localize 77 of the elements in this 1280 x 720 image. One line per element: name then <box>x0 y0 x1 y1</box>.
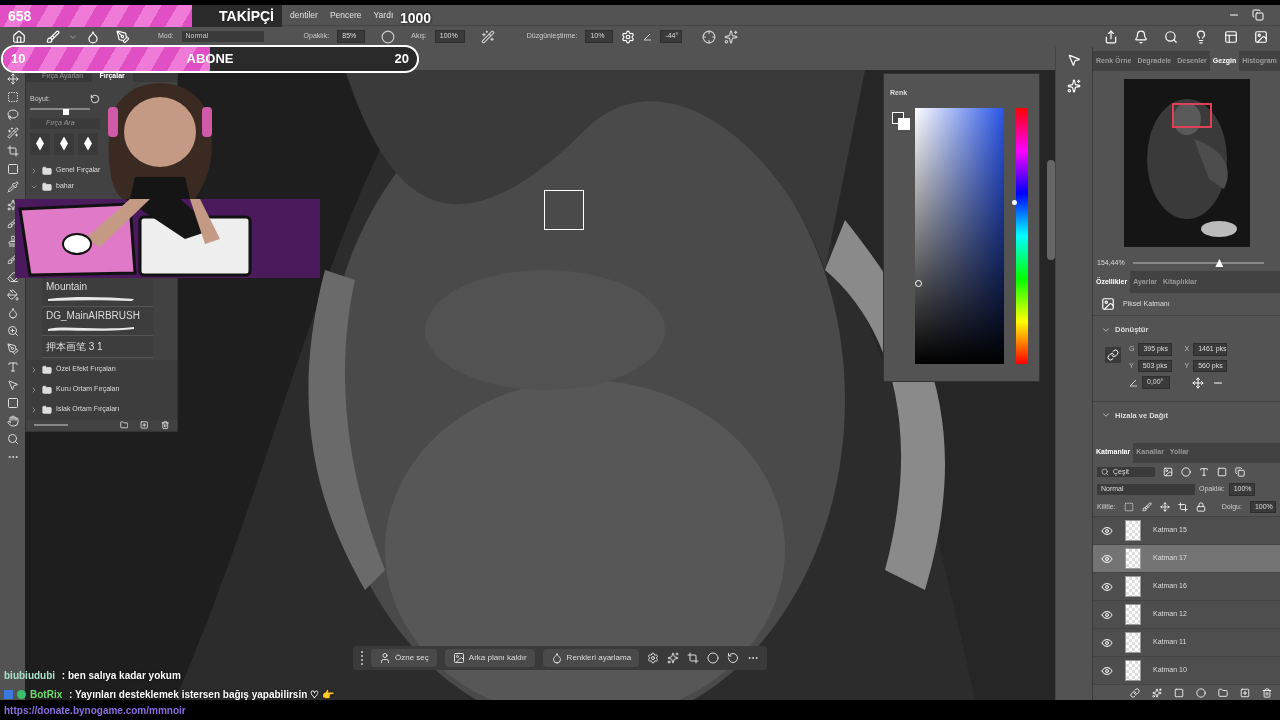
chat-badge-icon <box>4 690 13 699</box>
tool-icon[interactable] <box>6 307 19 319</box>
home-icon[interactable] <box>12 29 26 44</box>
adjust-icon[interactable] <box>1067 79 1081 93</box>
brush-settings-icon[interactable] <box>116 29 130 44</box>
search-icon[interactable] <box>1164 29 1178 44</box>
layer-thumbnail <box>1125 576 1141 597</box>
goal-label: TAKİPÇİ <box>219 6 274 26</box>
tool-icon[interactable] <box>6 325 19 337</box>
visibility-icon[interactable] <box>1101 608 1113 621</box>
pixel-layer-icon <box>1101 297 1115 311</box>
visibility-icon[interactable] <box>1101 580 1113 593</box>
search-icon <box>1101 467 1109 476</box>
menu-item[interactable]: Yardı <box>373 8 394 22</box>
lock-icon[interactable] <box>1195 501 1206 512</box>
layer-action-icon[interactable] <box>1196 687 1206 698</box>
tool-icon[interactable] <box>6 289 19 301</box>
brush-icon[interactable] <box>46 29 60 44</box>
angle-icon <box>1129 378 1138 387</box>
symmetry-icon[interactable] <box>724 29 739 44</box>
menu-item[interactable]: dentiler <box>290 8 318 22</box>
restore-icon[interactable] <box>1252 9 1264 21</box>
layer-thumbnail <box>1125 548 1141 569</box>
tool-icon[interactable] <box>6 379 19 391</box>
filter-icon[interactable] <box>1235 466 1245 477</box>
brush-tip-icon[interactable] <box>86 29 100 44</box>
tool-icon[interactable] <box>6 109 19 121</box>
layer-action-icon[interactable] <box>1130 687 1140 698</box>
lightbulb-icon[interactable] <box>1194 29 1208 44</box>
share-icon[interactable] <box>1104 29 1118 44</box>
menu-item[interactable]: Pencere <box>329 8 362 22</box>
target-icon[interactable] <box>702 29 717 44</box>
donate-link[interactable]: https://donate.bynogame.com/mmnoir <box>4 702 186 718</box>
layer-thumbnail <box>1125 520 1141 541</box>
layer-action-icon[interactable] <box>1240 687 1250 698</box>
tool-icon[interactable] <box>6 397 19 409</box>
tool-icon[interactable] <box>6 91 19 103</box>
link-icon[interactable] <box>1105 347 1121 364</box>
verified-icon <box>17 690 26 699</box>
view-box[interactable] <box>1171 103 1212 128</box>
layer-action-icon[interactable] <box>1262 687 1272 698</box>
lock-icon[interactable] <box>1159 501 1170 512</box>
layer-action-icon[interactable] <box>1152 687 1162 698</box>
tool-icon[interactable] <box>6 415 19 427</box>
tool-icon[interactable] <box>6 73 19 85</box>
lock-icon[interactable] <box>1177 501 1188 512</box>
goal-current: 658 <box>8 6 32 26</box>
tool-icon[interactable] <box>6 433 19 445</box>
tool-icon[interactable] <box>6 127 19 139</box>
filter-icon[interactable] <box>1163 466 1173 477</box>
lock-icon[interactable] <box>1123 501 1134 512</box>
visibility-icon[interactable] <box>1101 552 1113 565</box>
goal-target: 1000 <box>400 9 432 28</box>
tool-icon[interactable] <box>6 181 19 193</box>
layer-thumbnail <box>1125 660 1141 681</box>
layer-thumbnail <box>1125 604 1141 625</box>
visibility-icon[interactable] <box>1101 664 1113 677</box>
angle-icon <box>643 32 653 41</box>
bell-icon[interactable] <box>1134 29 1148 44</box>
tool-icon[interactable] <box>6 343 19 355</box>
tool-icon[interactable] <box>6 271 19 283</box>
layer-action-icon[interactable] <box>1174 687 1184 698</box>
visibility-icon[interactable] <box>1101 524 1113 537</box>
workspace-icon[interactable] <box>1224 29 1238 44</box>
zoom-thumb[interactable] <box>1215 259 1224 267</box>
filter-icon[interactable] <box>1199 466 1209 477</box>
goal-current: 10 <box>11 50 26 69</box>
goal-target: 20 <box>394 50 409 69</box>
layer-thumbnail <box>1125 632 1141 653</box>
filter-icon[interactable] <box>1217 466 1227 477</box>
visibility-icon[interactable] <box>1101 636 1113 649</box>
settings-icon[interactable] <box>621 29 636 44</box>
layer-action-icon[interactable] <box>1218 687 1228 698</box>
lock-icon[interactable] <box>1141 501 1152 512</box>
pointer-icon[interactable] <box>1067 53 1081 67</box>
tool-icon[interactable] <box>6 163 19 175</box>
filter-icon[interactable] <box>1181 466 1191 477</box>
